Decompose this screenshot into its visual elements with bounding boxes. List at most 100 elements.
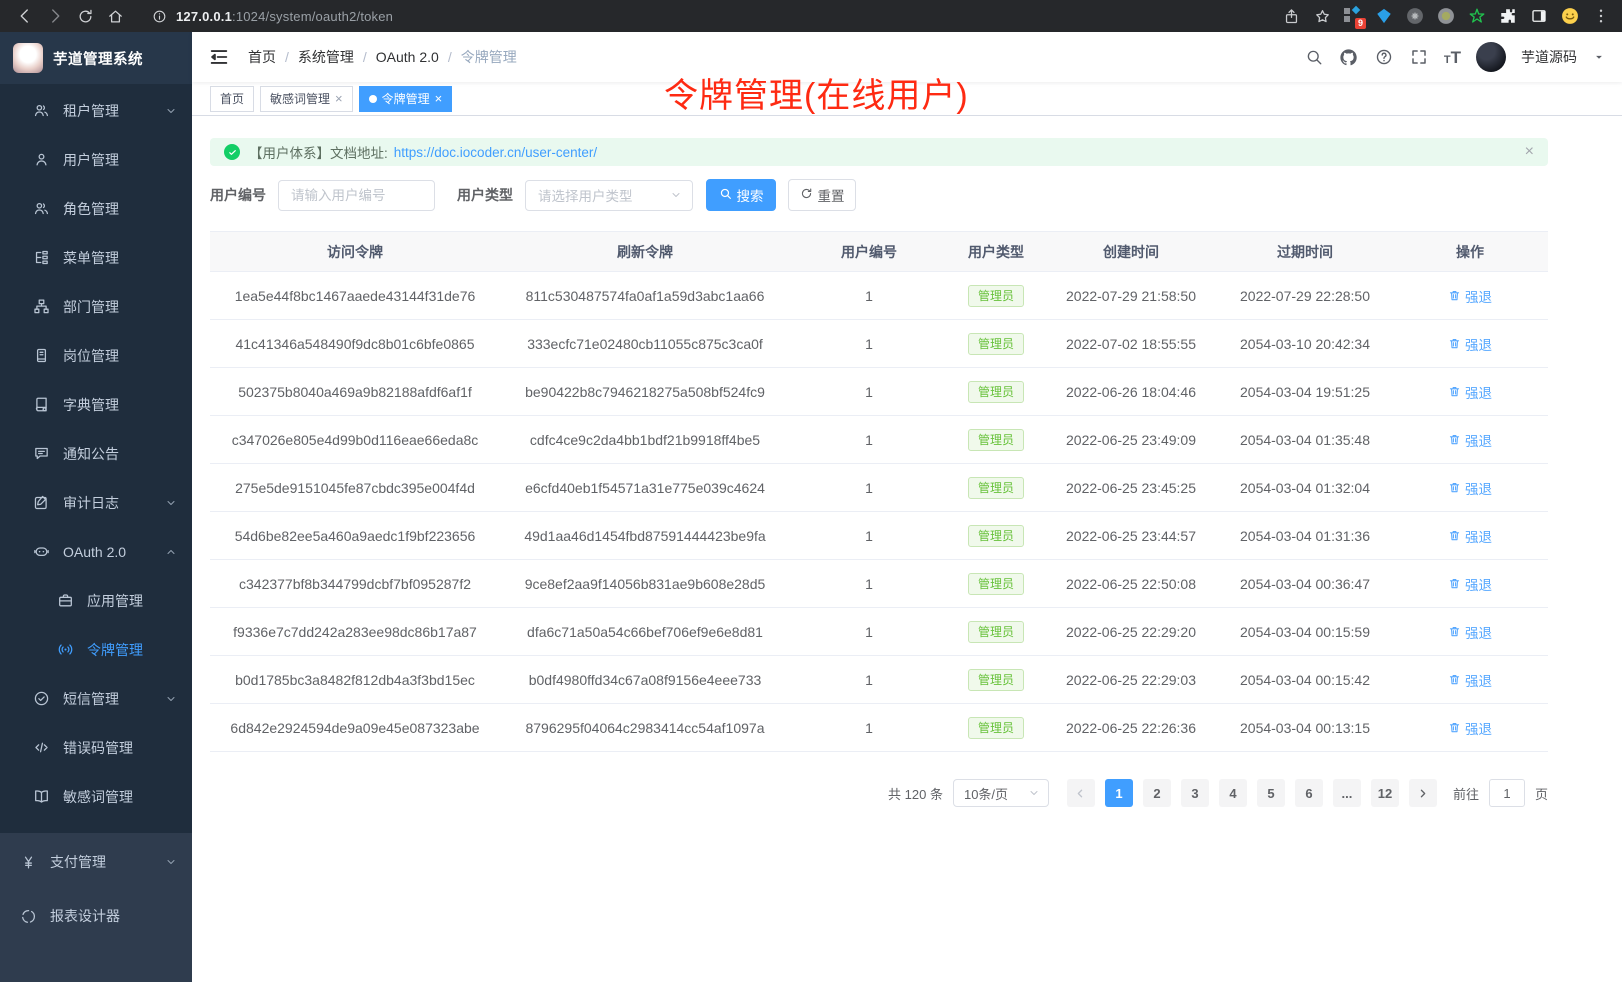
page-button-12[interactable]: 12 xyxy=(1371,779,1399,807)
sidebar-item-report-designer[interactable]: 报表设计器 xyxy=(0,889,192,943)
force-logout-button[interactable]: 强退 xyxy=(1448,478,1492,498)
check-badge-icon xyxy=(33,690,50,707)
chevron-down-icon xyxy=(165,105,177,117)
doc-link[interactable]: https://doc.iocoder.cn/user-center/ xyxy=(394,145,597,160)
help-icon[interactable] xyxy=(1374,47,1394,67)
extension-blocks-icon[interactable]: 9 xyxy=(1342,5,1364,27)
action-cell: 强退 xyxy=(1392,320,1548,368)
sidebar-item-error-code[interactable]: 错误码管理 xyxy=(0,723,192,772)
force-logout-button[interactable]: 强退 xyxy=(1448,526,1492,546)
extension-command-icon[interactable] xyxy=(1404,5,1426,27)
tab-首页[interactable]: 首页 xyxy=(210,86,254,112)
force-logout-button[interactable]: 强退 xyxy=(1448,718,1492,738)
extension-dot-icon[interactable] xyxy=(1435,5,1457,27)
browser-home-icon[interactable] xyxy=(100,2,130,30)
active-tab-dot xyxy=(369,95,377,103)
force-logout-button[interactable]: 强退 xyxy=(1448,334,1492,354)
created-time-cell: 2022-07-02 18:55:55 xyxy=(1044,320,1218,368)
force-logout-button[interactable]: 强退 xyxy=(1448,574,1492,594)
app-logo[interactable]: 芋道管理系统 xyxy=(0,32,192,84)
extension-badge: 9 xyxy=(1355,18,1366,29)
username[interactable]: 芋道源码 xyxy=(1521,47,1577,67)
page-button-6[interactable]: 6 xyxy=(1295,779,1323,807)
chevron-down-icon[interactable] xyxy=(1592,50,1606,64)
page-button-4[interactable]: 4 xyxy=(1219,779,1247,807)
users-icon xyxy=(33,102,50,119)
sidebar-item-post[interactable]: 岗位管理 xyxy=(0,331,192,380)
share-icon[interactable] xyxy=(1280,5,1302,27)
prev-page-button[interactable] xyxy=(1067,779,1095,807)
breadcrumb-item[interactable]: 首页 xyxy=(248,47,276,67)
sidebar-item-sms[interactable]: 短信管理 xyxy=(0,674,192,723)
expire-time-cell: 2054-03-04 19:51:25 xyxy=(1218,368,1392,416)
sidebar-item-dept[interactable]: 部门管理 xyxy=(0,282,192,331)
alert-close-icon[interactable]: × xyxy=(1525,143,1534,161)
tab-close-icon[interactable]: × xyxy=(335,92,343,105)
refresh-token-cell: e6cfd40eb1f54571a31e775e039c4624 xyxy=(500,464,790,512)
sidebar-item-dict[interactable]: 字典管理 xyxy=(0,380,192,429)
refresh-token-cell: 8796295f04064c2983414cc54af1097a xyxy=(500,704,790,752)
font-size-icon[interactable]: TT xyxy=(1444,49,1461,66)
users-icon xyxy=(33,200,50,217)
tab-令牌管理[interactable]: 令牌管理× xyxy=(359,86,453,112)
app-title: 芋道管理系统 xyxy=(53,48,143,69)
force-logout-button[interactable]: 强退 xyxy=(1448,622,1492,642)
breadcrumb-separator: / xyxy=(363,49,367,65)
tab-敏感词管理[interactable]: 敏感词管理× xyxy=(260,86,353,112)
extension-puzzle-icon[interactable] xyxy=(1497,5,1519,27)
action-cell: 强退 xyxy=(1392,608,1548,656)
badge-icon xyxy=(33,347,50,364)
sidebar-item-user[interactable]: 用户管理 xyxy=(0,135,192,184)
extension-emoji-icon[interactable] xyxy=(1559,5,1581,27)
page-button-3[interactable]: 3 xyxy=(1181,779,1209,807)
user-id-input[interactable] xyxy=(278,180,435,211)
page-button-2[interactable]: 2 xyxy=(1143,779,1171,807)
user-type-cell: 管理员 xyxy=(948,560,1044,608)
bookmark-star-icon[interactable] xyxy=(1311,5,1333,27)
search-button[interactable]: 搜索 xyxy=(706,179,776,211)
sidebar-item-oauth2-app[interactable]: 应用管理 xyxy=(0,576,192,625)
sidebar-item-menu[interactable]: 菜单管理 xyxy=(0,233,192,282)
browser-address-bar[interactable]: 127.0.0.1:1024/system/oauth2/token xyxy=(150,2,1280,30)
created-time-cell: 2022-06-25 23:49:09 xyxy=(1044,416,1218,464)
reset-button[interactable]: 重置 xyxy=(788,179,856,211)
sidebar-toggle-icon[interactable] xyxy=(208,46,230,68)
user-type-select[interactable]: 请选择用户类型 xyxy=(525,180,693,211)
next-page-button[interactable] xyxy=(1409,779,1437,807)
page-button-5[interactable]: 5 xyxy=(1257,779,1285,807)
page-ellipsis-button[interactable]: ... xyxy=(1333,779,1361,807)
sidebar-item-oauth2[interactable]: OAuth 2.0 xyxy=(0,527,192,576)
browser-forward-icon[interactable] xyxy=(40,2,70,30)
sidebar-item-tenant[interactable]: 租户管理 xyxy=(0,86,192,135)
site-info-icon[interactable] xyxy=(150,2,168,30)
sidebar-item-pay[interactable]: 支付管理 xyxy=(0,835,192,889)
extension-gem-icon[interactable] xyxy=(1373,5,1395,27)
fullscreen-icon[interactable] xyxy=(1409,47,1429,67)
browser-reload-icon[interactable] xyxy=(70,2,100,30)
tab-close-icon[interactable]: × xyxy=(435,92,443,105)
extension-sidebar-icon[interactable] xyxy=(1528,5,1550,27)
browser-back-icon[interactable] xyxy=(10,2,40,30)
goto-page-input[interactable] xyxy=(1489,779,1525,807)
page-button-1[interactable]: 1 xyxy=(1105,779,1133,807)
force-logout-button[interactable]: 强退 xyxy=(1448,286,1492,306)
github-icon[interactable] xyxy=(1339,47,1359,67)
breadcrumb-item[interactable]: 系统管理 xyxy=(298,47,354,67)
sidebar-item-audit-log[interactable]: 审计日志 xyxy=(0,478,192,527)
force-logout-button[interactable]: 强退 xyxy=(1448,670,1492,690)
browser-menu-icon[interactable] xyxy=(1590,5,1612,27)
sidebar-item-notice[interactable]: 通知公告 xyxy=(0,429,192,478)
pagination: 共 120 条 10条/页 123456...12 前往 页 xyxy=(210,779,1548,807)
force-logout-button[interactable]: 强退 xyxy=(1448,382,1492,402)
header-search-icon[interactable] xyxy=(1304,47,1324,67)
sidebar-item-oauth2-token[interactable]: 令牌管理 xyxy=(0,625,192,674)
extension-star-icon[interactable] xyxy=(1466,5,1488,27)
page-size-select[interactable]: 10条/页 xyxy=(953,779,1049,807)
force-logout-button[interactable]: 强退 xyxy=(1448,430,1492,450)
access-token-cell: 6d842e2924594de9a09e45e087323abe xyxy=(210,704,500,752)
sidebar-item-sensitive-word[interactable]: 敏感词管理 xyxy=(0,772,192,821)
sidebar-item-role[interactable]: 角色管理 xyxy=(0,184,192,233)
avatar[interactable] xyxy=(1476,42,1506,72)
table-row: 54d6be82ee5a460a9aedc1f9bf22365649d1aa46… xyxy=(210,512,1548,560)
breadcrumb-item[interactable]: OAuth 2.0 xyxy=(376,49,439,65)
